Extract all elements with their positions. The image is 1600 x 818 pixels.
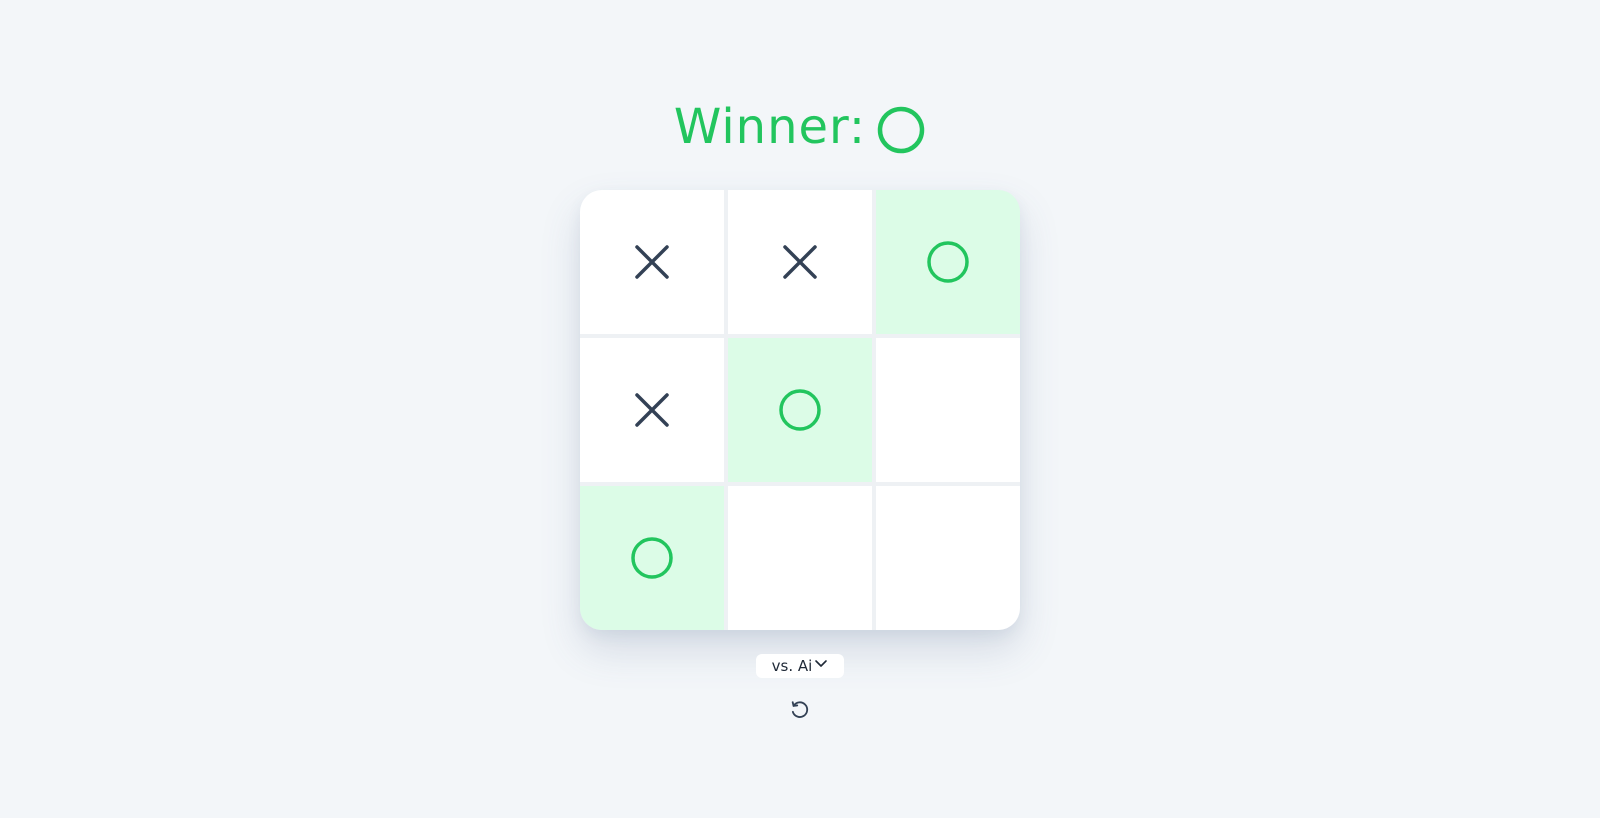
x-mark-icon bbox=[635, 393, 669, 427]
board-cell[interactable] bbox=[580, 338, 724, 482]
reset-icon bbox=[791, 701, 809, 718]
mode-select[interactable]: vs. Ai bbox=[756, 654, 844, 678]
board-cell[interactable] bbox=[580, 190, 724, 334]
board-cell[interactable] bbox=[876, 338, 1020, 482]
game-page: Winner: vs. Ai bbox=[0, 0, 1600, 818]
mode-select-label: vs. Ai bbox=[771, 657, 813, 675]
winner-o-icon bbox=[876, 105, 926, 155]
o-mark-icon bbox=[631, 537, 673, 579]
board-cell[interactable] bbox=[728, 486, 872, 630]
o-mark-icon bbox=[927, 241, 969, 283]
board-cell[interactable] bbox=[728, 190, 872, 334]
reset-button[interactable] bbox=[788, 698, 812, 722]
game-board bbox=[580, 190, 1020, 630]
board-cell[interactable] bbox=[876, 486, 1020, 630]
x-mark-icon bbox=[783, 245, 817, 279]
x-mark-icon bbox=[635, 245, 669, 279]
chevron-down-icon bbox=[815, 660, 828, 667]
board-cell[interactable] bbox=[876, 190, 1020, 334]
board-cell[interactable] bbox=[728, 338, 872, 482]
board-cell[interactable] bbox=[580, 486, 724, 630]
o-mark-icon bbox=[779, 389, 821, 431]
status-label: Winner: bbox=[673, 99, 867, 155]
game-status: Winner: bbox=[0, 92, 1600, 162]
